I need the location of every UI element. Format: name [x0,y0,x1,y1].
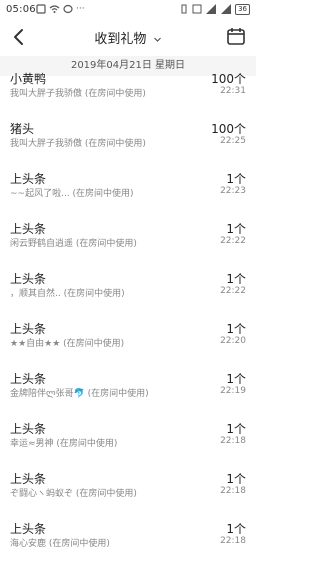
gift-name: 上头条 [10,372,47,386]
chat-icon [63,4,73,14]
status-bar: 05:06 ··· 36 [0,0,256,20]
sender-text: ，顺其自然.. (在房间中使用) [10,289,125,299]
sender-text: 幸运≈男神 (在房间中使用) [10,439,118,449]
gift-time: 22:20 [220,336,246,346]
gift-time: 22:18 [220,436,246,446]
gift-time: 22:23 [220,186,246,196]
gift-name: 上头条 [10,522,47,536]
gift-quantity: 1个 [226,272,246,286]
gift-name: 上头条 [10,172,47,186]
gift-time: 22:25 [220,136,246,146]
sender-text: ぞ闘心ヽ蚂蚁ぞ (在房间中使用) [10,489,137,499]
wifi-signal-icon [221,4,232,14]
gift-quantity: 1个 [226,422,246,436]
title-dropdown[interactable]: 收到礼物 [0,28,256,47]
status-time: 05:06 [6,4,36,15]
list-item[interactable]: 上头条 闲云野鹤自逍遥 (在房间中使用) 1个 22:22 [0,220,256,270]
list-item[interactable]: 上头条 ，顺其自然.. (在房间中使用) 1个 22:22 [0,270,256,320]
gift-name: 上头条 [10,272,47,286]
sender-text: 海心安鹿 (在房间中使用) [10,539,110,549]
header: 收到礼物 [0,20,256,54]
gift-name: 猪头 [10,122,35,136]
chevron-down-icon [153,37,161,42]
gift-time: 22:31 [220,86,246,96]
gift-quantity: 100个 [211,72,246,86]
sender-text: 我叫大胖子我骄傲 (在房间中使用) [10,139,146,149]
list-item[interactable]: 上头条 金牌陪伴ლ张哥🐬 (在房间中使用) 1个 22:19 [0,370,256,420]
notification-icon [36,4,46,14]
list-item[interactable]: 上头条 ぞ闘心ヽ蚂蚁ぞ (在房间中使用) 1个 22:18 [0,470,256,520]
list-item[interactable]: 上头条 幸运≈男神 (在房间中使用) 1个 22:18 [0,420,256,470]
sender-text: ~~起风了啦... (在房间中使用) [10,189,134,199]
page-title: 收到礼物 [94,32,147,47]
gift-name: 上头条 [10,422,47,436]
gift-time: 22:19 [220,386,246,396]
vibrate-icon [181,4,187,14]
gift-time: 22:18 [220,536,246,546]
gift-time: 22:18 [220,486,246,496]
gift-quantity: 1个 [226,472,246,486]
gift-name: 上头条 [10,222,47,236]
list-item[interactable]: 上头条 海心安鹿 (在房间中使用) 1个 22:18 [0,520,256,570]
battery-icon: 36 [235,3,250,15]
list-item[interactable]: 猪头 我叫大胖子我骄傲 (在房间中使用) 100个 22:25 [0,120,256,170]
signal-icon [206,4,217,14]
sender-text: 闲云野鹤自逍遥 (在房间中使用) [10,239,137,249]
gift-time: 22:22 [220,286,246,296]
nfc-icon [192,4,202,14]
sender-text: ★★自由★★ (在房间中使用) [10,339,125,349]
sender-text: 金牌陪伴ლ张哥🐬 (在房间中使用) [10,389,149,399]
list-item[interactable]: 上头条 ★★自由★★ (在房间中使用) 1个 22:20 [0,320,256,370]
sender-text: 我叫大胖子我骄傲 (在房间中使用) [10,89,146,99]
gift-quantity: 1个 [226,172,246,186]
calendar-icon[interactable] [226,26,246,46]
gift-time: 22:22 [220,236,246,246]
gift-name: 上头条 [10,322,47,336]
gift-quantity: 1个 [226,372,246,386]
wifi-icon [49,5,60,13]
gift-quantity: 100个 [211,122,246,136]
gift-quantity: 1个 [226,322,246,336]
gift-name: 上头条 [10,472,47,486]
list-item[interactable]: 小黄鸭 我叫大胖子我骄傲 (在房间中使用) 100个 22:31 [0,70,256,120]
gift-name: 小黄鸭 [10,72,47,86]
gift-quantity: 1个 [226,522,246,536]
gift-quantity: 1个 [226,222,246,236]
list-item[interactable]: 上头条 ~~起风了啦... (在房间中使用) 1个 22:23 [0,170,256,220]
